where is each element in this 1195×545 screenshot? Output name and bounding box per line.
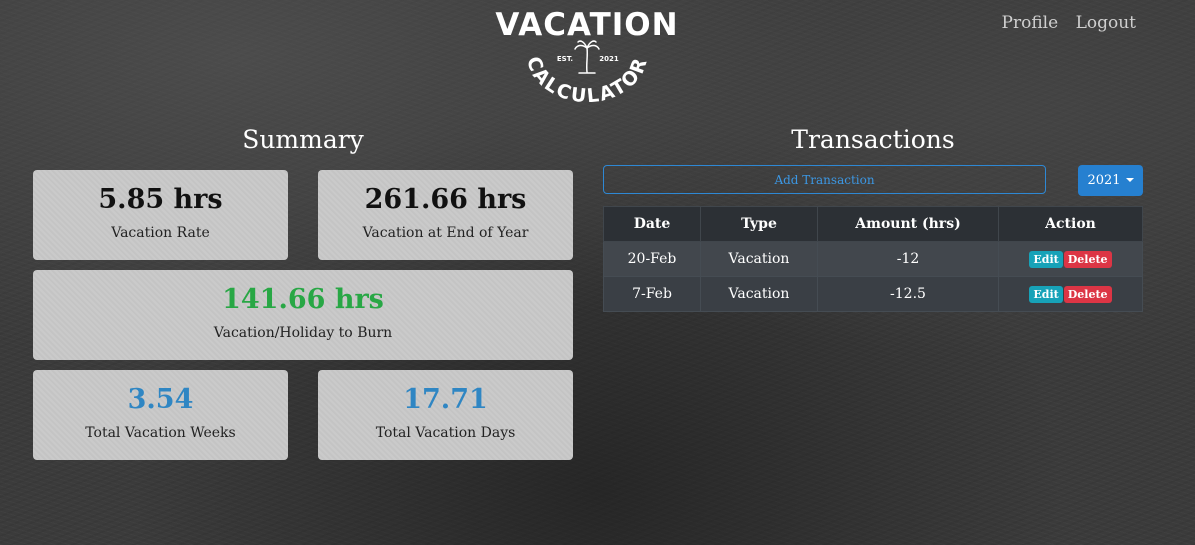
column-header-amount: Amount (hrs) xyxy=(817,206,999,242)
weeks-card: 3.54 Total Vacation Weeks xyxy=(33,370,288,460)
column-header-date: Date xyxy=(603,206,701,242)
row-type: Vacation xyxy=(700,241,818,277)
column-header-action: Action xyxy=(998,206,1143,242)
days-card: 17.71 Total Vacation Days xyxy=(318,370,573,460)
row-type: Vacation xyxy=(700,276,818,312)
logo-year: 2021 xyxy=(599,55,619,63)
days-value: 17.71 xyxy=(403,384,488,415)
weeks-label: Total Vacation Weeks xyxy=(85,425,236,441)
vacation-rate-card: 5.85 hrs Vacation Rate xyxy=(33,170,288,260)
caret-down-icon xyxy=(1125,178,1134,182)
to-burn-label: Vacation/Holiday to Burn xyxy=(213,325,393,341)
logout-link[interactable]: Logout xyxy=(1076,13,1136,33)
profile-link[interactable]: Profile xyxy=(1002,13,1059,33)
transactions-table: Date Type Amount (hrs) Action 20-Feb Vac… xyxy=(603,206,1143,312)
column-header-type: Type xyxy=(700,206,818,242)
row-date: 20-Feb xyxy=(603,241,701,277)
row-date: 7-Feb xyxy=(603,276,701,312)
year-label: 2021 xyxy=(1087,173,1121,188)
delete-button[interactable]: Delete xyxy=(1063,285,1112,303)
to-burn-card: 141.66 hrs Vacation/Holiday to Burn xyxy=(33,270,573,360)
weeks-value: 3.54 xyxy=(127,384,194,415)
year-dropdown-button[interactable]: 2021 xyxy=(1078,165,1143,196)
days-label: Total Vacation Days xyxy=(375,425,516,441)
table-header-row: Date Type Amount (hrs) Action xyxy=(603,206,1143,242)
row-amount: -12 xyxy=(817,241,999,277)
end-of-year-card: 261.66 hrs Vacation at End of Year xyxy=(318,170,573,260)
transactions-title: Transactions xyxy=(791,125,955,154)
table-row: 20-Feb Vacation -12 Edit Delete xyxy=(603,241,1143,277)
edit-button[interactable]: Edit xyxy=(1029,250,1063,268)
top-nav: Profile Logout xyxy=(990,13,1136,33)
logo-emblem: CALCULATOR EST. 2021 xyxy=(522,40,650,102)
end-of-year-label: Vacation at End of Year xyxy=(362,225,529,241)
logo-est: EST. xyxy=(557,55,573,63)
palm-tree-icon xyxy=(574,40,600,74)
vacation-rate-value: 5.85 hrs xyxy=(98,184,223,215)
row-actions: Edit Delete xyxy=(998,276,1143,312)
edit-button[interactable]: Edit xyxy=(1029,285,1063,303)
end-of-year-value: 261.66 hrs xyxy=(364,184,527,215)
row-amount: -12.5 xyxy=(817,276,999,312)
logo: VACATION CALCULATOR EST. 2021 xyxy=(487,6,687,102)
table-row: 7-Feb Vacation -12.5 Edit Delete xyxy=(603,276,1143,312)
delete-button[interactable]: Delete xyxy=(1063,250,1112,268)
add-transaction-button[interactable]: Add Transaction xyxy=(603,165,1046,194)
row-actions: Edit Delete xyxy=(998,241,1143,277)
to-burn-value: 141.66 hrs xyxy=(222,284,384,315)
vacation-rate-label: Vacation Rate xyxy=(111,225,210,241)
summary-title: Summary xyxy=(242,125,364,154)
